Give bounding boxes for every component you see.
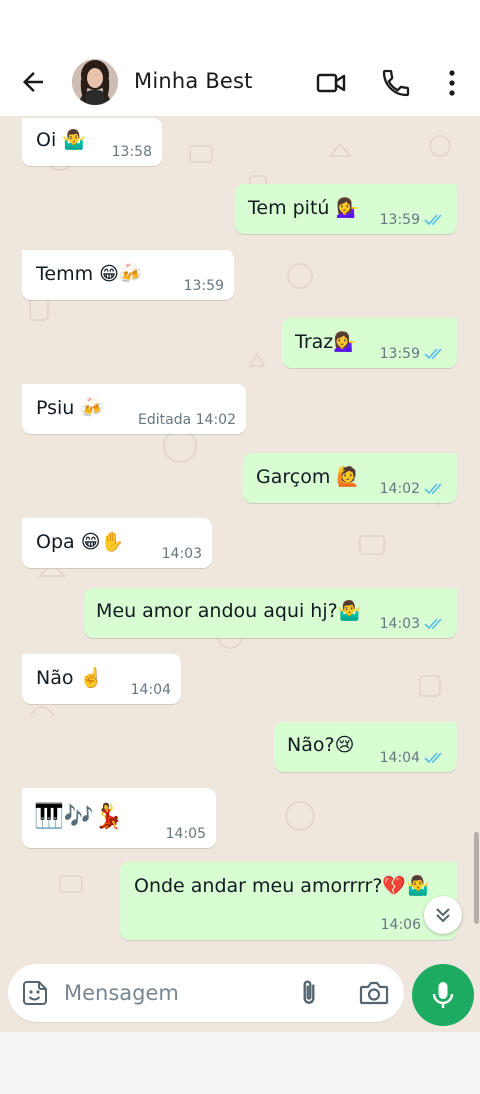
message-bubble-incoming[interactable]: Opa 😁✋ 14:03 xyxy=(22,518,212,568)
message-bubble-incoming[interactable]: Psiu 🍻 Editada 14:02 xyxy=(22,384,246,434)
message-bubble-outgoing[interactable]: Tem pitú 💁‍♀️ 13:59 xyxy=(235,184,457,234)
message-time: 13:58 xyxy=(111,144,152,160)
message-text: Traz💁‍♀️ xyxy=(295,331,357,353)
back-arrow-icon[interactable] xyxy=(18,67,48,97)
message-time: 14:03 xyxy=(161,546,202,562)
message-time: 13:59 xyxy=(380,346,446,362)
message-text: Oi 🤷‍♂️ xyxy=(36,129,86,151)
message-bubble-outgoing[interactable]: Onde andar meu amorrrr?💔🤷‍♂️ 14:06 xyxy=(120,862,457,940)
phone-icon[interactable] xyxy=(380,67,412,99)
more-options-icon[interactable] xyxy=(436,67,468,99)
message-text: Psiu 🍻 xyxy=(36,397,105,419)
message-text: Garçom 🙋 xyxy=(256,466,361,488)
chevrons-down-icon xyxy=(436,908,450,923)
message-time: Editada 14:02 xyxy=(138,412,236,428)
read-ticks-icon xyxy=(424,618,442,630)
scroll-to-bottom-button[interactable] xyxy=(424,896,462,934)
message-text: 🎹🎶💃 xyxy=(34,802,124,830)
message-bubble-outgoing[interactable]: Meu amor andou aqui hj?🤷‍♂️ 14:03 xyxy=(84,588,457,638)
message-text: Não?😢 xyxy=(287,734,355,756)
message-time: 14:04 xyxy=(380,750,446,766)
contact-name[interactable]: Minha Best xyxy=(134,69,253,93)
microphone-button[interactable] xyxy=(412,964,474,1026)
status-bar xyxy=(0,0,480,50)
message-list[interactable]: Oi 🤷‍♂️ 13:58 Tem pitú 💁‍♀️ 13:59 Temm 😁… xyxy=(0,116,480,960)
message-bubble-outgoing[interactable]: Traz💁‍♀️ 13:59 xyxy=(282,318,457,368)
message-time: 14:05 xyxy=(165,826,206,842)
chat-header: Minha Best xyxy=(0,50,480,116)
message-bubble-outgoing[interactable]: Não?😢 14:04 xyxy=(274,722,457,772)
message-time: 14:04 xyxy=(130,682,171,698)
message-time: 14:02 xyxy=(380,481,446,497)
message-bubble-incoming[interactable]: 🎹🎶💃 14:05 xyxy=(22,788,216,848)
avatar[interactable] xyxy=(72,59,118,105)
message-bubble-incoming[interactable]: Não ☝️ 14:04 xyxy=(22,654,181,704)
message-bubble-outgoing[interactable]: Garçom 🙋 14:02 xyxy=(243,453,457,503)
video-call-icon[interactable] xyxy=(315,67,347,99)
message-text: Temm 😁🍻 xyxy=(36,263,143,285)
read-ticks-icon xyxy=(424,214,442,226)
read-ticks-icon xyxy=(424,752,442,764)
message-text: Meu amor andou aqui hj?🤷‍♂️ xyxy=(96,600,362,622)
message-time: 14:03 xyxy=(380,616,446,632)
scrollbar[interactable] xyxy=(474,832,479,924)
message-bubble-incoming[interactable]: Temm 😁🍻 13:59 xyxy=(22,250,234,300)
sticker-icon[interactable] xyxy=(21,979,49,1007)
message-input[interactable] xyxy=(64,979,264,1007)
message-text: Onde andar meu amorrrr?💔🤷‍♂️ xyxy=(134,875,430,897)
microphone-icon xyxy=(432,982,454,1008)
message-bubble-incoming[interactable]: Oi 🤷‍♂️ 13:58 xyxy=(22,118,162,166)
message-time: 13:59 xyxy=(183,278,224,294)
camera-icon[interactable] xyxy=(358,978,390,1008)
read-ticks-icon xyxy=(424,348,442,360)
message-time: 14:06 xyxy=(380,917,421,933)
message-text: Não ☝️ xyxy=(36,667,104,689)
paperclip-icon[interactable] xyxy=(295,978,323,1008)
composer-bar xyxy=(0,960,480,1032)
message-text: Tem pitú 💁‍♀️ xyxy=(248,197,360,219)
message-time: 13:59 xyxy=(380,212,446,228)
message-input-container[interactable] xyxy=(8,964,404,1022)
message-text: Opa 😁✋ xyxy=(36,531,125,553)
system-nav-bar xyxy=(0,1032,480,1094)
read-ticks-icon xyxy=(424,483,442,495)
